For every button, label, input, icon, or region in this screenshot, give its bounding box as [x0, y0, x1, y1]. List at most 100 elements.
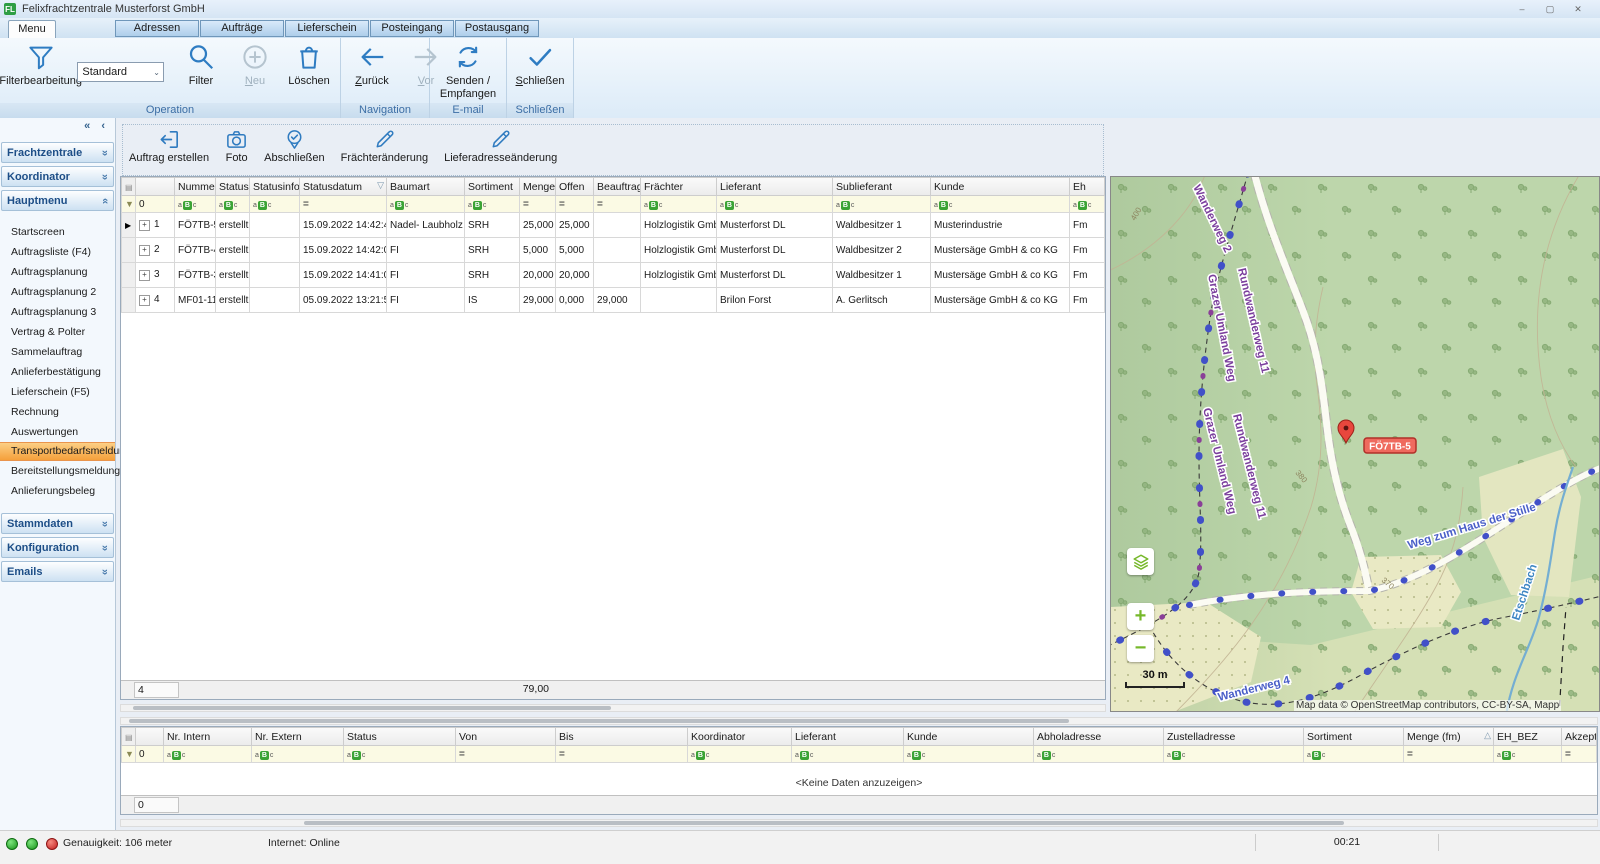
sidebar-collapse-button[interactable]: ‹: [101, 120, 105, 132]
sidebar-item-startscreen[interactable]: Startscreen: [0, 222, 115, 242]
expand-icon[interactable]: +: [139, 270, 150, 281]
col-baumart[interactable]: Baumart: [387, 178, 465, 196]
text-filter-icon[interactable]: [167, 751, 185, 760]
equals-filter-icon[interactable]: =: [559, 749, 565, 760]
filter-koordinator[interactable]: [688, 746, 792, 763]
filter-nummer[interactable]: [175, 196, 216, 213]
filter-sortiment[interactable]: [465, 196, 520, 213]
text-filter-icon[interactable]: [907, 751, 925, 760]
col-nr-extern[interactable]: Nr. Extern: [252, 728, 344, 746]
filter-abholadresse[interactable]: [1034, 746, 1164, 763]
minimize-button[interactable]: –: [1508, 1, 1536, 17]
sidebar-item-transportbedarfsmeldung[interactable]: Transportbedarfsmeldung: [0, 442, 115, 461]
expand-icon[interactable]: +: [139, 295, 150, 306]
sidebar-group-stammdaten[interactable]: Stammdaten «: [1, 513, 114, 534]
text-filter-icon[interactable]: [795, 751, 813, 760]
text-filter-icon[interactable]: [1167, 751, 1185, 760]
map-zoom-in-button[interactable]: +: [1127, 603, 1154, 630]
horizontal-scrollbar[interactable]: [120, 819, 1598, 827]
close-button[interactable]: ✕: [1564, 1, 1592, 17]
filter-eh[interactable]: [1070, 196, 1105, 213]
filter-lieferant[interactable]: [792, 746, 904, 763]
filter-funnel-icon[interactable]: ▽: [377, 180, 384, 191]
zurueck-button[interactable]: Zurück: [345, 40, 399, 90]
col-nummer[interactable]: Nummer: [175, 178, 216, 196]
filter-offen[interactable]: =: [556, 196, 594, 213]
filter-akzeptiert[interactable]: =: [1562, 746, 1597, 763]
filter-row-funnel-icon[interactable]: ▼: [125, 749, 134, 759]
filter-eh-bez[interactable]: [1494, 746, 1562, 763]
schliessen-button[interactable]: Schließen: [511, 40, 569, 90]
col-status[interactable]: Status: [344, 728, 456, 746]
filter-menge[interactable]: =: [520, 196, 556, 213]
filter-baumart[interactable]: [387, 196, 465, 213]
tab-postausgang[interactable]: Postausgang: [455, 20, 539, 37]
senden-empfangen-button[interactable]: Senden / Empfangen: [436, 40, 500, 103]
sidebar-item-auswertungen[interactable]: Auswertungen: [0, 422, 115, 442]
text-filter-icon[interactable]: [644, 201, 662, 210]
col-menge-fm[interactable]: Menge (fm)△: [1404, 728, 1494, 746]
scrollbar-thumb[interactable]: [129, 719, 1069, 723]
text-filter-icon[interactable]: [390, 201, 408, 210]
col-sortiment[interactable]: Sortiment: [1304, 728, 1404, 746]
filter-bis[interactable]: =: [556, 746, 688, 763]
map-zoom-out-button[interactable]: −: [1127, 635, 1154, 662]
col-bis[interactable]: Bis: [556, 728, 688, 746]
col-von[interactable]: Von: [456, 728, 556, 746]
tab-adressen[interactable]: Adressen: [115, 20, 199, 37]
filter-von[interactable]: =: [456, 746, 556, 763]
expand-icon[interactable]: +: [139, 245, 150, 256]
col-statusinfo[interactable]: Statusinfo: [250, 178, 300, 196]
sidebar-item-rechnung[interactable]: Rechnung: [0, 402, 115, 422]
filter-sublieferant[interactable]: [833, 196, 931, 213]
text-filter-icon[interactable]: [836, 201, 854, 210]
sidebar-item-auftragsliste[interactable]: Auftragsliste (F4): [0, 242, 115, 262]
sidebar-item-sammelauftrag[interactable]: Sammelauftrag: [0, 342, 115, 362]
sidebar-item-auftragsplanung[interactable]: Auftragsplanung: [0, 262, 115, 282]
filter-nr-extern[interactable]: [252, 746, 344, 763]
text-filter-icon[interactable]: [1073, 201, 1091, 210]
filter-preset-dropdown[interactable]: Standard ⌄: [77, 62, 164, 82]
filterbearbeitung-button[interactable]: Filterbearbeitung: [4, 40, 77, 90]
lieferadresseaenderung-button[interactable]: Lieferadresseänderung: [444, 128, 557, 164]
table-row[interactable]: +3 FÖ7TB-3 erstellt 15.09.2022 14:41:06 …: [122, 263, 1105, 288]
text-filter-icon[interactable]: [1037, 751, 1055, 760]
equals-filter-icon[interactable]: =: [559, 199, 565, 210]
horizontal-scrollbar[interactable]: [120, 717, 1598, 725]
col-abholadresse[interactable]: Abholadresse: [1034, 728, 1164, 746]
col-status[interactable]: Status: [216, 178, 250, 196]
sidebar-group-koordinator[interactable]: Koordinator «: [1, 166, 114, 187]
col-beauftragt[interactable]: Beauftragt: [594, 178, 641, 196]
horizontal-scrollbar[interactable]: [120, 704, 1106, 712]
tab-lieferschein[interactable]: Lieferschein: [285, 20, 369, 37]
text-filter-icon[interactable]: [468, 201, 486, 210]
table-row[interactable]: +4 MF01-11 erstellt 05.09.2022 13:21:52 …: [122, 288, 1105, 313]
filter-status[interactable]: [216, 196, 250, 213]
filter-nr-intern[interactable]: [164, 746, 252, 763]
col-statusdatum[interactable]: Statusdatum▽: [300, 178, 387, 196]
tab-menu[interactable]: Menu: [8, 20, 56, 39]
text-filter-icon[interactable]: [253, 201, 271, 210]
sidebar-group-konfiguration[interactable]: Konfiguration «: [1, 537, 114, 558]
col-offen[interactable]: Offen: [556, 178, 594, 196]
col-menge[interactable]: Menge: [520, 178, 556, 196]
sidebar-group-hauptmenu[interactable]: Hauptmenu «: [1, 190, 114, 211]
abschliessen-button[interactable]: Abschließen: [264, 128, 325, 164]
loeschen-button[interactable]: Löschen: [282, 40, 336, 90]
equals-filter-icon[interactable]: =: [303, 199, 309, 210]
col-sublieferant[interactable]: Sublieferant: [833, 178, 931, 196]
col-kunde[interactable]: Kunde: [904, 728, 1034, 746]
col-sortiment[interactable]: Sortiment: [465, 178, 520, 196]
sidebar-item-lieferschein[interactable]: Lieferschein (F5): [0, 382, 115, 402]
sidebar-item-auftragsplanung-2[interactable]: Auftragsplanung 2: [0, 282, 115, 302]
foto-button[interactable]: Foto: [225, 128, 248, 164]
sidebar-item-auftragsplanung-3[interactable]: Auftragsplanung 3: [0, 302, 115, 322]
col-zustelladresse[interactable]: Zustelladresse: [1164, 728, 1304, 746]
column-chooser-icon[interactable]: ▤: [125, 183, 133, 192]
filter-statusdatum[interactable]: =: [300, 196, 387, 213]
col-fraechter[interactable]: Frächter: [641, 178, 717, 196]
sidebar-item-anlieferbestaetigung[interactable]: Anlieferbestätigung: [0, 362, 115, 382]
filter-fraechter[interactable]: [641, 196, 717, 213]
col-eh[interactable]: Eh: [1070, 178, 1105, 196]
col-nr-intern[interactable]: Nr. Intern: [164, 728, 252, 746]
